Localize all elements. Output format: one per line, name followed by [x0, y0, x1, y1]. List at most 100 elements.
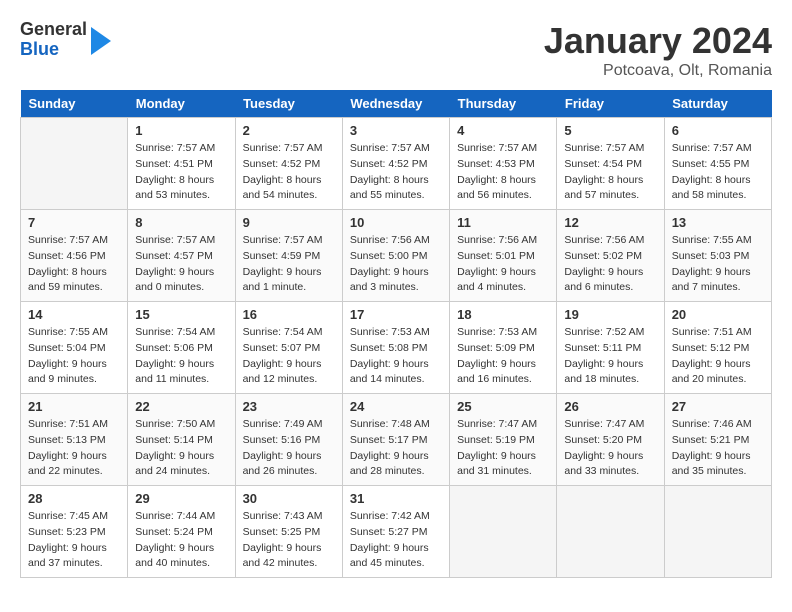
weekday-header: Sunday [21, 90, 128, 118]
day-info: Sunrise: 7:57 AMSunset: 4:54 PMDaylight:… [564, 141, 656, 204]
calendar-day-cell: 17Sunrise: 7:53 AMSunset: 5:08 PMDayligh… [342, 302, 449, 394]
day-number: 7 [28, 215, 120, 230]
calendar-day-cell: 1 Sunrise: 7:57 AMSunset: 4:51 PMDaylight… [128, 118, 235, 210]
day-info: Sunrise: 7:57 AMSunset: 4:51 PMDaylight:… [135, 141, 227, 204]
calendar-day-cell: 8Sunrise: 7:57 AMSunset: 4:57 PMDaylight… [128, 210, 235, 302]
calendar-day-cell: 29Sunrise: 7:44 AMSunset: 5:24 PMDayligh… [128, 486, 235, 578]
day-info: Sunrise: 7:57 AMSunset: 4:52 PMDaylight:… [350, 141, 442, 204]
weekday-header: Friday [557, 90, 664, 118]
calendar-day-cell: 2 Sunrise: 7:57 AMSunset: 4:52 PMDaylight… [235, 118, 342, 210]
calendar-day-cell: 31 Sunrise: 7:42 AMSunset: 5:27 PMDayligh… [342, 486, 449, 578]
day-info: Sunrise: 7:52 AMSunset: 5:11 PMDaylight:… [564, 325, 656, 388]
day-number: 3 [350, 123, 442, 138]
day-number: 14 [28, 307, 120, 322]
day-info: Sunrise: 7:42 AMSunset: 5:27 PMDaylight:… [350, 509, 442, 572]
calendar-week-row: 7 Sunrise: 7:57 AMSunset: 4:56 PMDaylight… [21, 210, 772, 302]
calendar-day-cell: 18Sunrise: 7:53 AMSunset: 5:09 PMDayligh… [450, 302, 557, 394]
logo-general: General [20, 20, 87, 40]
day-info: Sunrise: 7:56 AMSunset: 5:01 PMDaylight:… [457, 233, 549, 296]
calendar-day-cell: 23Sunrise: 7:49 AMSunset: 5:16 PMDayligh… [235, 394, 342, 486]
calendar-day-cell [21, 118, 128, 210]
day-number: 4 [457, 123, 549, 138]
logo: General Blue [20, 20, 111, 60]
day-info: Sunrise: 7:57 AMSunset: 4:59 PMDaylight:… [243, 233, 335, 296]
calendar-day-cell: 7 Sunrise: 7:57 AMSunset: 4:56 PMDaylight… [21, 210, 128, 302]
day-info: Sunrise: 7:51 AMSunset: 5:12 PMDaylight:… [672, 325, 764, 388]
calendar-day-cell: 14 Sunrise: 7:55 AMSunset: 5:04 PMDayligh… [21, 302, 128, 394]
logo-blue: Blue [20, 40, 87, 60]
calendar-day-cell: 3 Sunrise: 7:57 AMSunset: 4:52 PMDaylight… [342, 118, 449, 210]
calendar-day-cell: 20 Sunrise: 7:51 AMSunset: 5:12 PMDayligh… [664, 302, 771, 394]
day-info: Sunrise: 7:57 AMSunset: 4:53 PMDaylight:… [457, 141, 549, 204]
day-number: 1 [135, 123, 227, 138]
day-number: 9 [243, 215, 335, 230]
calendar-week-row: 1 Sunrise: 7:57 AMSunset: 4:51 PMDaylight… [21, 118, 772, 210]
day-number: 2 [243, 123, 335, 138]
day-info: Sunrise: 7:47 AMSunset: 5:19 PMDaylight:… [457, 417, 549, 480]
calendar-week-row: 21Sunrise: 7:51 AMSunset: 5:13 PMDayligh… [21, 394, 772, 486]
logo-text: General Blue [20, 20, 87, 60]
day-number: 5 [564, 123, 656, 138]
calendar-day-cell [664, 486, 771, 578]
day-number: 17 [350, 307, 442, 322]
day-info: Sunrise: 7:53 AMSunset: 5:09 PMDaylight:… [457, 325, 549, 388]
weekday-header-row: SundayMondayTuesdayWednesdayThursdayFrid… [21, 90, 772, 118]
calendar-week-row: 28Sunrise: 7:45 AMSunset: 5:23 PMDayligh… [21, 486, 772, 578]
day-number: 11 [457, 215, 549, 230]
day-number: 6 [672, 123, 764, 138]
day-number: 21 [28, 399, 120, 414]
day-info: Sunrise: 7:55 AMSunset: 5:03 PMDaylight:… [672, 233, 764, 296]
day-info: Sunrise: 7:43 AMSunset: 5:25 PMDaylight:… [243, 509, 335, 572]
calendar-day-cell: 22 Sunrise: 7:50 AMSunset: 5:14 PMDayligh… [128, 394, 235, 486]
day-number: 26 [564, 399, 656, 414]
calendar-day-cell: 27Sunrise: 7:46 AMSunset: 5:21 PMDayligh… [664, 394, 771, 486]
page-header: General Blue January 2024 Potcoava, Olt,… [20, 20, 772, 80]
title-section: January 2024 Potcoava, Olt, Romania [544, 20, 772, 80]
day-info: Sunrise: 7:47 AMSunset: 5:20 PMDaylight:… [564, 417, 656, 480]
day-number: 15 [135, 307, 227, 322]
weekday-header: Tuesday [235, 90, 342, 118]
day-number: 20 [672, 307, 764, 322]
day-info: Sunrise: 7:50 AMSunset: 5:14 PMDaylight:… [135, 417, 227, 480]
day-number: 19 [564, 307, 656, 322]
day-info: Sunrise: 7:56 AMSunset: 5:02 PMDaylight:… [564, 233, 656, 296]
calendar-day-cell: 10 Sunrise: 7:56 AMSunset: 5:00 PMDayligh… [342, 210, 449, 302]
day-info: Sunrise: 7:56 AMSunset: 5:00 PMDaylight:… [350, 233, 442, 296]
calendar-day-cell: 28Sunrise: 7:45 AMSunset: 5:23 PMDayligh… [21, 486, 128, 578]
calendar-day-cell: 11 Sunrise: 7:56 AMSunset: 5:01 PMDayligh… [450, 210, 557, 302]
calendar-day-cell: 16Sunrise: 7:54 AMSunset: 5:07 PMDayligh… [235, 302, 342, 394]
calendar-day-cell [450, 486, 557, 578]
logo-arrow-icon [91, 27, 111, 55]
weekday-header: Monday [128, 90, 235, 118]
day-number: 22 [135, 399, 227, 414]
calendar-day-cell: 13Sunrise: 7:55 AMSunset: 5:03 PMDayligh… [664, 210, 771, 302]
day-info: Sunrise: 7:55 AMSunset: 5:04 PMDaylight:… [28, 325, 120, 388]
day-info: Sunrise: 7:54 AMSunset: 5:07 PMDaylight:… [243, 325, 335, 388]
calendar-day-cell: 26 Sunrise: 7:47 AMSunset: 5:20 PMDayligh… [557, 394, 664, 486]
day-number: 31 [350, 491, 442, 506]
day-info: Sunrise: 7:57 AMSunset: 4:56 PMDaylight:… [28, 233, 120, 296]
calendar-day-cell: 15 Sunrise: 7:54 AMSunset: 5:06 PMDayligh… [128, 302, 235, 394]
day-info: Sunrise: 7:44 AMSunset: 5:24 PMDaylight:… [135, 509, 227, 572]
day-number: 23 [243, 399, 335, 414]
calendar-day-cell: 6Sunrise: 7:57 AMSunset: 4:55 PMDaylight… [664, 118, 771, 210]
calendar-day-cell: 25 Sunrise: 7:47 AMSunset: 5:19 PMDayligh… [450, 394, 557, 486]
calendar-day-cell: 30 Sunrise: 7:43 AMSunset: 5:25 PMDayligh… [235, 486, 342, 578]
calendar-subtitle: Potcoava, Olt, Romania [544, 62, 772, 80]
weekday-header: Saturday [664, 90, 771, 118]
day-info: Sunrise: 7:57 AMSunset: 4:57 PMDaylight:… [135, 233, 227, 296]
day-number: 10 [350, 215, 442, 230]
weekday-header: Wednesday [342, 90, 449, 118]
calendar-day-cell: 19 Sunrise: 7:52 AMSunset: 5:11 PMDayligh… [557, 302, 664, 394]
calendar-day-cell: 4 Sunrise: 7:57 AMSunset: 4:53 PMDaylight… [450, 118, 557, 210]
day-number: 25 [457, 399, 549, 414]
calendar-day-cell: 9 Sunrise: 7:57 AMSunset: 4:59 PMDaylight… [235, 210, 342, 302]
calendar-day-cell: 12Sunrise: 7:56 AMSunset: 5:02 PMDayligh… [557, 210, 664, 302]
calendar-day-cell [557, 486, 664, 578]
day-info: Sunrise: 7:54 AMSunset: 5:06 PMDaylight:… [135, 325, 227, 388]
day-info: Sunrise: 7:57 AMSunset: 4:52 PMDaylight:… [243, 141, 335, 204]
day-number: 30 [243, 491, 335, 506]
day-info: Sunrise: 7:45 AMSunset: 5:23 PMDaylight:… [28, 509, 120, 572]
calendar-table: SundayMondayTuesdayWednesdayThursdayFrid… [20, 90, 772, 578]
calendar-day-cell: 5 Sunrise: 7:57 AMSunset: 4:54 PMDaylight… [557, 118, 664, 210]
